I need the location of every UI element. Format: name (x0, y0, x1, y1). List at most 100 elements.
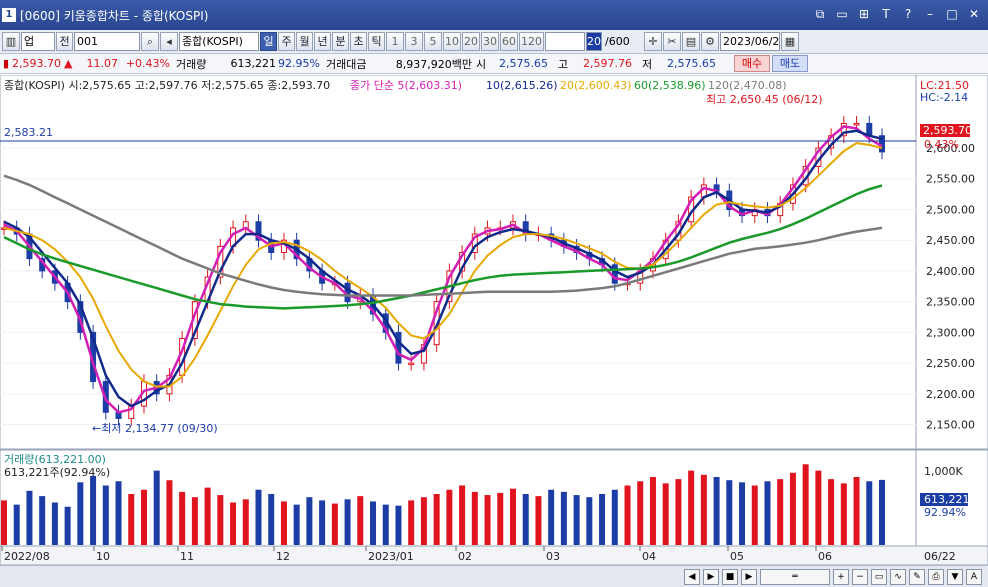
print-icon[interactable]: ⎙ (928, 568, 944, 585)
volume-bar (1, 500, 7, 545)
hc-label: HC:-2.14 (920, 91, 968, 104)
layout-icon[interactable]: ▭ (871, 568, 887, 585)
tab-period-week[interactable]: 주 (278, 32, 295, 51)
volume-bar (13, 504, 20, 545)
last-volume-label: 613,221 (924, 493, 970, 506)
interval-60[interactable]: 60 (500, 32, 518, 51)
tab-period-year[interactable]: 년 (314, 32, 331, 51)
scroll-right-icon[interactable]: ▶ (741, 568, 757, 585)
interval-5[interactable]: 5 (424, 32, 442, 51)
interval-10[interactable]: 10 (443, 32, 461, 51)
x-tick-label: 06 (818, 550, 832, 563)
index-name: 종합(KOSPI) (179, 32, 259, 51)
tab-period-month[interactable]: 월 (296, 32, 313, 51)
scroll-left-icon[interactable]: ◀ (684, 568, 700, 585)
volume-bar (675, 479, 682, 545)
play-icon[interactable]: ▶ (703, 568, 719, 585)
date-input[interactable]: 2023/06/22 (720, 32, 780, 51)
last-pct-label: 0.43% (924, 138, 959, 151)
volume-bar (789, 472, 796, 545)
minimize-icon[interactable]: – (922, 6, 938, 22)
volume-bar (102, 485, 109, 545)
volume-bar (217, 495, 224, 545)
tools-icon[interactable]: ✂ (663, 32, 681, 51)
interval-3[interactable]: 3 (405, 32, 423, 51)
grid-icon[interactable]: ⊞ (856, 6, 872, 22)
interval-20[interactable]: 20 (462, 32, 480, 51)
volume-bar (522, 494, 529, 545)
y-tick-label: 2,250.00 (926, 357, 975, 370)
chart-menu-icon[interactable]: ▥ (2, 32, 20, 51)
volume-bar (408, 500, 415, 545)
interval-30[interactable]: 30 (481, 32, 499, 51)
stop-icon[interactable]: ■ (722, 568, 738, 585)
volume-bar (370, 501, 377, 545)
volume-bar (700, 474, 707, 545)
tab-period-minute[interactable]: 분 (332, 32, 349, 51)
speaker-icon[interactable]: ◂ (160, 32, 178, 51)
tab-period-day[interactable]: 일 (260, 32, 277, 51)
price-chart-svg[interactable]: 2,600.002,550.002,500.002,450.002,400.00… (0, 74, 988, 566)
x-axis-panel (0, 545, 988, 566)
scrollbar-track[interactable]: ═ (760, 568, 830, 585)
y-tick-label: 2,200.00 (926, 388, 975, 401)
volume-bar (828, 479, 835, 545)
count-input[interactable]: 200 (586, 32, 602, 51)
crosshair-icon[interactable]: ✛ (644, 32, 662, 51)
font-up-icon[interactable]: A (966, 568, 982, 585)
x-tick-label: 06/22 (924, 550, 956, 563)
font-down-icon[interactable]: ▼ (947, 568, 963, 585)
sell-button[interactable]: 매도 (772, 55, 808, 72)
volume-bar (535, 496, 542, 545)
zoom-in-icon[interactable]: + (833, 568, 849, 585)
reference-hline-label: 2,583.21 (4, 126, 53, 139)
high-annotation: 최고 2,650.45 (06/12) (706, 93, 823, 106)
x-tick-label: 12 (276, 550, 290, 563)
save-icon[interactable]: ▤ (682, 32, 700, 51)
volume-bar (344, 499, 351, 545)
volume-bar (319, 500, 326, 545)
calendar-icon[interactable]: ▦ (781, 32, 799, 51)
volume-bar (293, 504, 300, 545)
volume-bar (331, 503, 338, 545)
link-icon[interactable]: ⧉ (812, 6, 828, 22)
title-bar: 1 [0600] 키움종합차트 - 종합(KOSPI) ⧉ ▭ ⊞ T ? – … (0, 0, 988, 30)
indicator-icon[interactable]: ∿ (890, 568, 906, 585)
last-price-label: 2,593.70 (923, 124, 972, 137)
volume-bar (26, 490, 33, 545)
custom-interval-input[interactable] (545, 32, 585, 51)
chart-area[interactable]: 2,600.00 2,550.00 2,500.00 2,450.00 2,400.00… (0, 74, 988, 566)
high-label: 고 (558, 57, 569, 71)
y-tick-label: 2,500.00 (926, 203, 975, 216)
close-icon[interactable]: ✕ (966, 6, 982, 22)
tab-period-tick[interactable]: 틱 (368, 32, 385, 51)
draw-icon[interactable]: ✎ (909, 568, 925, 585)
volume-bar (115, 481, 122, 545)
interval-120[interactable]: 120 (519, 32, 544, 51)
code-label[interactable]: 전 (56, 32, 73, 51)
maximize-icon[interactable]: □ (944, 6, 960, 22)
interval-1[interactable]: 1 (386, 32, 404, 51)
restore-icon[interactable]: ▭ (834, 6, 850, 22)
search-icon[interactable]: ⌕ (141, 32, 159, 51)
volume-value: 613,221 (230, 57, 277, 70)
tab-period-second[interactable]: 초 (350, 32, 367, 51)
volume-bar (548, 489, 555, 545)
volume-bar (395, 505, 402, 545)
type-select[interactable]: 업 (21, 32, 55, 51)
help-icon[interactable]: ? (900, 6, 916, 22)
volume-bar (497, 492, 504, 545)
x-tick-label: 2022/08 (4, 550, 50, 563)
ma5-legend: 종가 단순 5(2,603.31) (350, 79, 462, 92)
volume-bar (51, 502, 58, 545)
volume-bar (688, 470, 695, 545)
open-label: 시 (476, 57, 487, 71)
low-value: 2,575.65 (667, 57, 716, 70)
volume-bar (637, 481, 644, 545)
zoom-out-icon[interactable]: − (852, 568, 868, 585)
settings-icon[interactable]: ⚙ (701, 32, 719, 51)
volume-bar (179, 491, 186, 545)
font-icon[interactable]: T (878, 6, 894, 22)
code-input[interactable]: 001 (74, 32, 140, 51)
buy-button[interactable]: 매수 (734, 55, 770, 72)
